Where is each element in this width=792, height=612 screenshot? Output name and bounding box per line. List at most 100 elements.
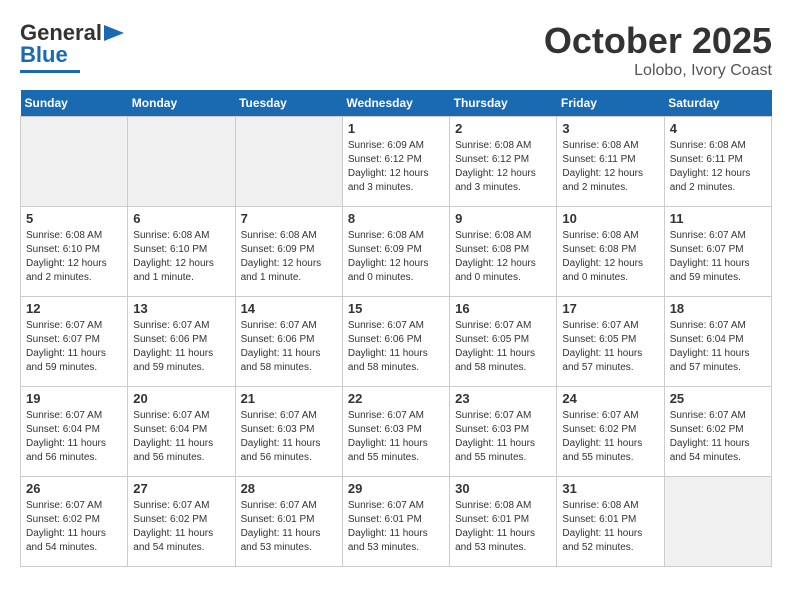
calendar-cell: 16 Sunrise: 6:07 AMSunset: 6:05 PMDayligh… [450, 297, 557, 387]
calendar-cell: 24 Sunrise: 6:07 AMSunset: 6:02 PMDayligh… [557, 387, 664, 477]
day-info: Sunrise: 6:07 AMSunset: 6:06 PMDaylight:… [348, 319, 444, 375]
month-title: October 2025 [544, 20, 772, 62]
day-number: 5 [26, 211, 122, 226]
day-number: 27 [133, 481, 229, 496]
calendar-cell [21, 117, 128, 207]
day-info: Sunrise: 6:07 AMSunset: 6:07 PMDaylight:… [670, 229, 766, 285]
day-number: 12 [26, 301, 122, 316]
logo-text-blue: Blue [20, 42, 68, 68]
calendar-cell: 11 Sunrise: 6:07 AMSunset: 6:07 PMDayligh… [664, 207, 771, 297]
day-number: 11 [670, 211, 766, 226]
day-number: 14 [241, 301, 337, 316]
calendar-cell: 7 Sunrise: 6:08 AMSunset: 6:09 PMDaylight… [235, 207, 342, 297]
day-number: 30 [455, 481, 551, 496]
day-info: Sunrise: 6:07 AMSunset: 6:01 PMDaylight:… [241, 499, 337, 555]
location-label: Lolobo, Ivory Coast [544, 62, 772, 80]
day-info: Sunrise: 6:07 AMSunset: 6:07 PMDaylight:… [26, 319, 122, 375]
calendar-cell: 15 Sunrise: 6:07 AMSunset: 6:06 PMDayligh… [342, 297, 449, 387]
day-info: Sunrise: 6:07 AMSunset: 6:02 PMDaylight:… [562, 409, 658, 465]
day-number: 24 [562, 391, 658, 406]
day-info: Sunrise: 6:08 AMSunset: 6:11 PMDaylight:… [670, 139, 766, 195]
calendar-cell: 3 Sunrise: 6:08 AMSunset: 6:11 PMDaylight… [557, 117, 664, 207]
day-number: 13 [133, 301, 229, 316]
calendar-cell: 17Sunrise: 6:07 AMSunset: 6:05 PMDayligh… [557, 297, 664, 387]
day-info: Sunrise: 6:08 AMSunset: 6:10 PMDaylight:… [26, 229, 122, 285]
day-number: 3 [562, 121, 658, 136]
day-info: Sunrise: 6:08 AMSunset: 6:10 PMDaylight:… [133, 229, 229, 285]
calendar-cell: 5 Sunrise: 6:08 AMSunset: 6:10 PMDaylight… [21, 207, 128, 297]
day-info: Sunrise: 6:07 AMSunset: 6:01 PMDaylight:… [348, 499, 444, 555]
day-number: 29 [348, 481, 444, 496]
day-number: 22 [348, 391, 444, 406]
day-number: 23 [455, 391, 551, 406]
calendar-cell [664, 477, 771, 567]
day-number: 7 [241, 211, 337, 226]
calendar-cell: 31 Sunrise: 6:08 AMSunset: 6:01 PMDayligh… [557, 477, 664, 567]
day-number: 19 [26, 391, 122, 406]
day-number: 21 [241, 391, 337, 406]
calendar-cell: 10Sunrise: 6:08 AMSunset: 6:08 PMDayligh… [557, 207, 664, 297]
day-number: 28 [241, 481, 337, 496]
calendar-cell: 8 Sunrise: 6:08 AMSunset: 6:09 PMDaylight… [342, 207, 449, 297]
day-info: Sunrise: 6:08 AMSunset: 6:01 PMDaylight:… [562, 499, 658, 555]
day-number: 4 [670, 121, 766, 136]
weekday-header: Wednesday [342, 90, 449, 117]
day-info: Sunrise: 6:07 AMSunset: 6:02 PMDaylight:… [133, 499, 229, 555]
weekday-header: Sunday [21, 90, 128, 117]
day-info: Sunrise: 6:08 AMSunset: 6:11 PMDaylight:… [562, 139, 658, 195]
logo-underline [20, 70, 80, 73]
day-info: Sunrise: 6:07 AMSunset: 6:05 PMDaylight:… [562, 319, 658, 375]
calendar-cell: 28 Sunrise: 6:07 AMSunset: 6:01 PMDayligh… [235, 477, 342, 567]
day-number: 2 [455, 121, 551, 136]
day-number: 15 [348, 301, 444, 316]
weekday-header: Monday [128, 90, 235, 117]
calendar-cell: 25 Sunrise: 6:07 AMSunset: 6:02 PMDayligh… [664, 387, 771, 477]
day-number: 25 [670, 391, 766, 406]
calendar-cell: 4 Sunrise: 6:08 AMSunset: 6:11 PMDaylight… [664, 117, 771, 207]
calendar-cell: 2 Sunrise: 6:08 AMSunset: 6:12 PMDaylight… [450, 117, 557, 207]
day-number: 20 [133, 391, 229, 406]
day-info: Sunrise: 6:07 AMSunset: 6:04 PMDaylight:… [670, 319, 766, 375]
day-number: 16 [455, 301, 551, 316]
weekday-header: Thursday [450, 90, 557, 117]
day-info: Sunrise: 6:08 AMSunset: 6:08 PMDaylight:… [455, 229, 551, 285]
calendar-cell: 21Sunrise: 6:07 AMSunset: 6:03 PMDayligh… [235, 387, 342, 477]
calendar-cell: 9 Sunrise: 6:08 AMSunset: 6:08 PMDaylight… [450, 207, 557, 297]
calendar-cell: 20 Sunrise: 6:07 AMSunset: 6:04 PMDayligh… [128, 387, 235, 477]
day-number: 6 [133, 211, 229, 226]
day-info: Sunrise: 6:07 AMSunset: 6:04 PMDaylight:… [133, 409, 229, 465]
day-info: Sunrise: 6:07 AMSunset: 6:02 PMDaylight:… [670, 409, 766, 465]
day-info: Sunrise: 6:08 AMSunset: 6:12 PMDaylight:… [455, 139, 551, 195]
calendar-cell [128, 117, 235, 207]
day-info: Sunrise: 6:08 AMSunset: 6:08 PMDaylight:… [562, 229, 658, 285]
day-number: 31 [562, 481, 658, 496]
day-info: Sunrise: 6:08 AMSunset: 6:09 PMDaylight:… [348, 229, 444, 285]
calendar-cell: 13 Sunrise: 6:07 AMSunset: 6:06 PMDayligh… [128, 297, 235, 387]
day-info: Sunrise: 6:07 AMSunset: 6:05 PMDaylight:… [455, 319, 551, 375]
day-info: Sunrise: 6:07 AMSunset: 6:03 PMDaylight:… [455, 409, 551, 465]
day-number: 9 [455, 211, 551, 226]
logo-arrow-icon [104, 25, 124, 41]
day-info: Sunrise: 6:07 AMSunset: 6:06 PMDaylight:… [133, 319, 229, 375]
logo: General Blue [20, 20, 124, 73]
day-info: Sunrise: 6:07 AMSunset: 6:03 PMDaylight:… [348, 409, 444, 465]
weekday-header: Saturday [664, 90, 771, 117]
day-info: Sunrise: 6:09 AMSunset: 6:12 PMDaylight:… [348, 139, 444, 195]
calendar-cell: 18Sunrise: 6:07 AMSunset: 6:04 PMDayligh… [664, 297, 771, 387]
calendar-cell: 23 Sunrise: 6:07 AMSunset: 6:03 PMDayligh… [450, 387, 557, 477]
day-info: Sunrise: 6:08 AMSunset: 6:09 PMDaylight:… [241, 229, 337, 285]
title-block: October 2025 Lolobo, Ivory Coast [544, 20, 772, 80]
calendar-cell: 19Sunrise: 6:07 AMSunset: 6:04 PMDayligh… [21, 387, 128, 477]
day-number: 26 [26, 481, 122, 496]
page-header: General Blue October 2025 Lolobo, Ivory … [20, 20, 772, 80]
calendar-cell: 22 Sunrise: 6:07 AMSunset: 6:03 PMDayligh… [342, 387, 449, 477]
calendar-cell: 14 Sunrise: 6:07 AMSunset: 6:06 PMDayligh… [235, 297, 342, 387]
weekday-header: Tuesday [235, 90, 342, 117]
day-info: Sunrise: 6:07 AMSunset: 6:06 PMDaylight:… [241, 319, 337, 375]
calendar-cell: 12 Sunrise: 6:07 AMSunset: 6:07 PMDayligh… [21, 297, 128, 387]
day-info: Sunrise: 6:07 AMSunset: 6:02 PMDaylight:… [26, 499, 122, 555]
day-number: 8 [348, 211, 444, 226]
calendar-table: SundayMondayTuesdayWednesdayThursdayFrid… [20, 90, 772, 567]
weekday-header: Friday [557, 90, 664, 117]
calendar-cell: 1Sunrise: 6:09 AMSunset: 6:12 PMDaylight… [342, 117, 449, 207]
